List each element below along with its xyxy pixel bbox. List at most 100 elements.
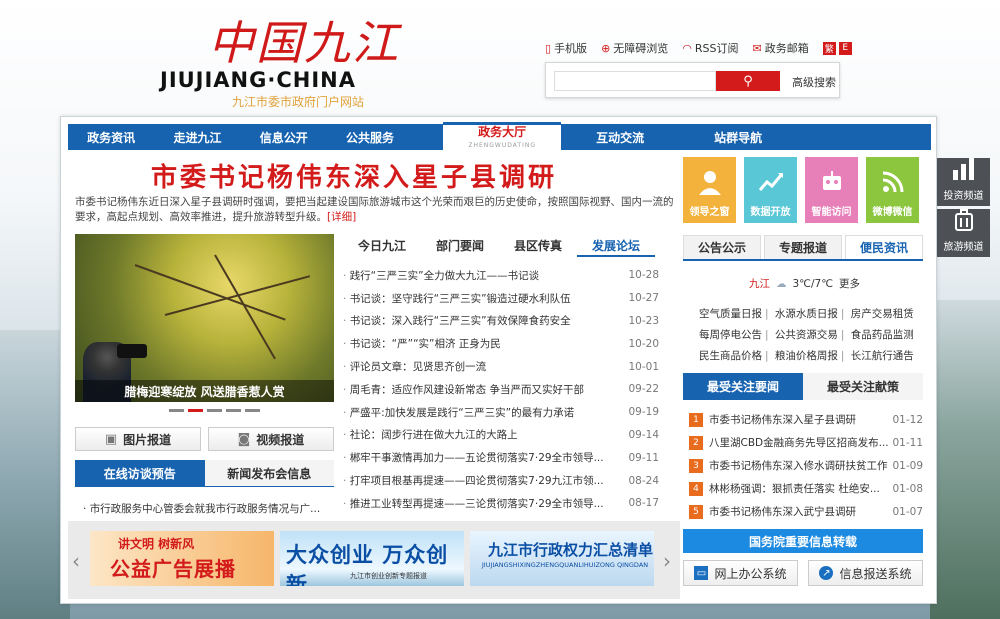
bar-chart-icon [951,158,977,185]
carousel-dot[interactable] [226,409,241,412]
nav-item-disclosure[interactable]: 信息公开 [241,124,327,150]
search-icon: ⚲ [743,73,753,89]
service-link[interactable]: 公共资源交易 [775,329,838,341]
mobile-link[interactable]: ▯ 手机版 [545,40,587,56]
chart-icon [756,167,786,197]
photo-caption[interactable]: 腊梅迎寒绽放 风送腊香惹人赏 [75,380,334,402]
mail-link[interactable]: ✉ 政务邮箱 [753,40,809,56]
news-row[interactable]: 严盛平:加快发展是践行“三严三实”的最有力承诺09-19 [343,401,659,424]
service-link[interactable]: 粮油价格周报 [775,350,838,362]
banner-power-list[interactable]: 九江市行政权力汇总清单 JIUJIANGSHIXINGZHENGQUANLIHU… [470,531,654,586]
notice-tabs: 公告公示 专题报道 便民资讯 [683,235,923,261]
video-report-button[interactable]: ◙ 视频报道 [208,427,334,451]
ranking-row[interactable]: 3 市委书记杨伟东深入修水调研扶贫工作 01-09 [689,454,923,477]
nav-item-jiujiang[interactable]: 走进九江 [154,124,240,150]
advanced-search-link[interactable]: 高级搜索 [792,74,836,90]
tile-smart-access[interactable]: 智能访问 [805,157,858,223]
interview-news-item[interactable]: · 市行政服务中心管委会就我市行政服务情况与广... [83,501,320,516]
ranking-row[interactable]: 5 市委书记杨伟东深入武宁县调研 01-07 [689,500,923,523]
weather-city[interactable]: 九江 [749,276,770,291]
tab-public-info[interactable]: 便民资讯 [845,235,923,259]
rss-link[interactable]: ◠ RSS订阅 [682,40,738,56]
banner-public-ads[interactable]: 讲文明 树新风 公益广告展播 [90,531,274,586]
investment-channel-button[interactable]: 投资频道 [937,158,990,206]
tab-announcements[interactable]: 公告公示 [683,235,761,259]
chevron-left-icon[interactable]: ‹ [72,549,80,573]
tile-weibo-weixin[interactable]: 微博微信 [866,157,919,223]
nav-item-news[interactable]: 政务资讯 [68,124,154,150]
nav-item-hall[interactable]: 政务大厅 ZHENGWUDATING [443,122,562,152]
tile-leaders[interactable]: 领导之窗 [683,157,736,223]
banner-innovation[interactable]: 大众创业 万众创新 九江市创业创新专题报道 [280,531,464,586]
carousel-dot[interactable] [169,409,184,412]
online-office-button[interactable]: ▭ 网上办公系统 [683,560,798,586]
news-row[interactable]: 书记谈：坚守践行“三严三实”锻造过硬水利队伍10-27 [343,287,659,310]
tab-press-conference[interactable]: 新闻发布会信息 [204,460,334,486]
service-link[interactable]: 民生商品价格 [699,350,762,362]
ranking-row[interactable]: 1 市委书记杨伟东深入星子县调研 01-12 [689,408,923,431]
headline-title[interactable]: 市委书记杨伟东深入星子县调研 [151,157,557,194]
nav-item-public-service[interactable]: 公共服务 [327,124,413,150]
tab-today-jiujiang[interactable]: 今日九江 [343,237,421,257]
info-report-button[interactable]: ↗ 信息报送系统 [808,560,923,586]
service-link[interactable]: 水源水质日报 [775,308,838,320]
carousel-dot[interactable] [245,409,260,412]
state-council-button[interactable]: 国务院重要信息转载 [683,529,923,553]
accessibility-icon: ⊕ [601,41,611,55]
news-row[interactable]: 社论：阔步行进在做大九江的大路上09-14 [343,424,659,447]
service-link[interactable]: 长江航行通告 [851,350,914,362]
news-row[interactable]: 周毛青：适应作风建设新常态 争当严而又实好干部09-22 [343,378,659,401]
report-icon: ↗ [819,566,834,580]
accessibility-link[interactable]: ⊕ 无障碍浏览 [601,40,668,56]
service-link[interactable]: 空气质量日报 [699,308,762,320]
wifi-icon [878,167,908,197]
monitor-icon: ▭ [694,566,709,580]
news-row[interactable]: 书记谈：“严”“实”相济 正身为民10-20 [343,332,659,355]
news-row[interactable]: 践行“三严三实”全力做大九江——书记谈10-28 [343,264,659,287]
tab-top-suggestions[interactable]: 最受关注献策 [803,373,923,400]
tab-top-news[interactable]: 最受关注要闻 [683,373,803,400]
logo-calligraphy[interactable]: 中国九江 [208,16,400,70]
mail-icon: ✉ [752,41,762,55]
carousel-dots [169,409,260,412]
tourism-channel-button[interactable]: 旅游频道 [937,209,990,257]
service-links: 空气质量日报 | 水源水质日报 | 房产交易租赁 每周停电公告 | 公共资源交易 | 食… [699,308,914,362]
weather-widget: 九江 ☁ 3℃/7℃ 更多 [749,276,860,291]
nav-item-site-nav[interactable]: 站群导航 [679,124,797,150]
traditional-chinese-button[interactable]: 繁 [822,41,836,55]
service-link[interactable]: 房产交易租赁 [851,308,914,320]
tab-special-reports[interactable]: 专题报道 [764,235,842,259]
english-button[interactable]: E [838,41,852,55]
news-row[interactable]: 推进工业转型再提速——三论贯彻落实7·29全市领导...08-17 [343,492,659,515]
carousel-dot-active[interactable] [188,409,203,412]
chevron-right-icon[interactable]: › [663,549,671,573]
tile-open-data[interactable]: 数据开放 [744,157,797,223]
news-row[interactable]: 郴牢干事激情再加力——五论贯彻落实7·29全市领导...09-11 [343,446,659,469]
camera-figure [117,344,147,358]
luggage-icon [953,209,975,236]
tab-online-interview[interactable]: 在线访谈预告 [75,460,205,486]
service-link[interactable]: 每周停电公告 [699,329,762,341]
nav-item-interaction[interactable]: 互动交流 [561,124,679,150]
search-input[interactable] [554,71,716,91]
service-link[interactable]: 食品药品监测 [851,329,914,341]
weather-more-link[interactable]: 更多 [839,276,860,291]
tab-department-news[interactable]: 部门要闻 [421,237,499,257]
news-row[interactable]: 评论员文章：见贤思齐创一流10-01 [343,355,659,378]
search-button[interactable]: ⚲ [716,71,780,91]
logo-english[interactable]: JIUJIANG·CHINA [160,68,356,92]
tab-development-forum[interactable]: 发展论坛 [577,237,655,257]
tab-county-news[interactable]: 县区传真 [499,237,577,257]
news-row[interactable]: 书记谈：深入践行“三严三实”有效保障食药安全10-23 [343,310,659,333]
news-row[interactable]: 打牢项目根基再提速——四论贯彻落实7·29九江市领...08-24 [343,469,659,492]
main-nav: 政务资讯 走进九江 信息公开 公共服务 政务大厅 ZHENGWUDATING 互… [68,122,931,152]
ranking-row[interactable]: 4 林彬杨强调：狠抓责任落实 杜绝安... 01-08 [689,477,923,500]
carousel-dot[interactable] [207,409,222,412]
rss-icon: ◠ [682,41,692,55]
detail-link[interactable]: [详细] [327,211,356,223]
ranking-row[interactable]: 2 八里湖CBD金融商务先导区招商发布... 01-11 [689,431,923,454]
picture-report-button[interactable]: ▣ 图片报道 [75,427,201,451]
featured-photo[interactable]: 腊梅迎寒绽放 风送腊香惹人赏 [75,234,334,402]
picture-icon: ▣ [104,431,118,447]
top-links: ▯ 手机版 ⊕ 无障碍浏览 ◠ RSS订阅 ✉ 政务邮箱 繁 E [545,40,852,56]
